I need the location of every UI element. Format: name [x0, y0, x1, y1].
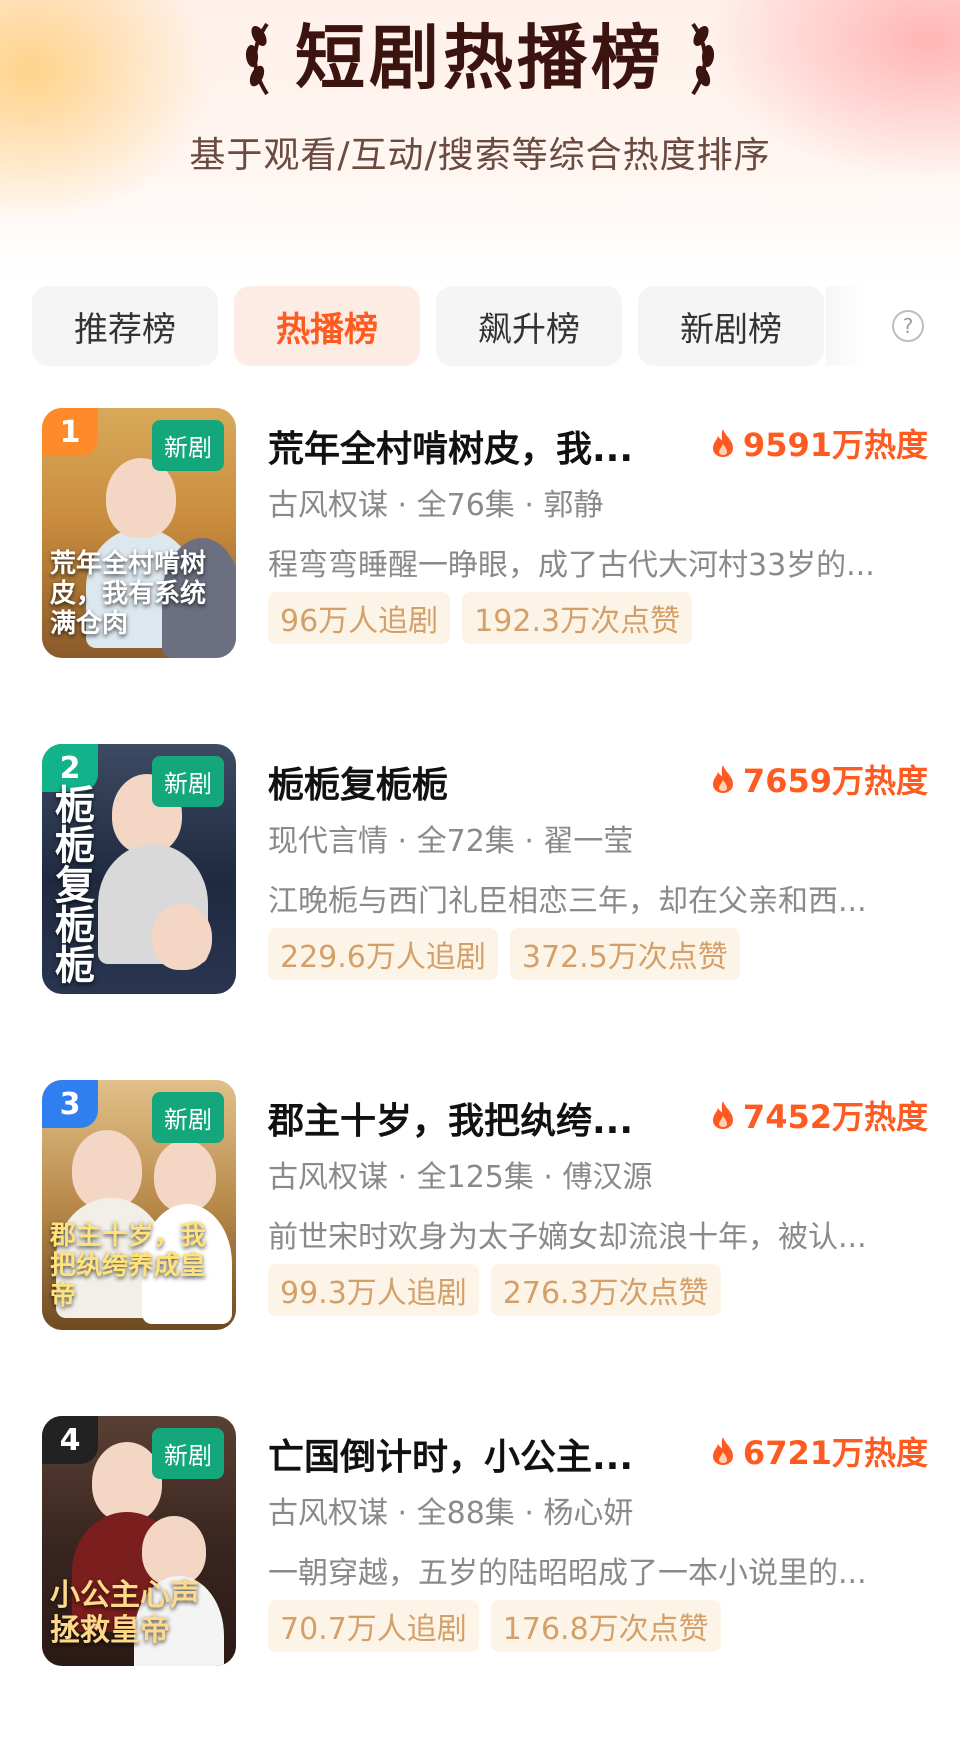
likes-chip: 372.5万次点赞	[509, 928, 740, 980]
drama-meta: 古风权谋 · 全125集 · 傅汉源	[268, 1160, 653, 1195]
followers-chip: 96万人追剧	[268, 592, 451, 644]
new-badge: 新剧	[152, 420, 224, 471]
stat-chips: 96万人追剧 192.3万次点赞	[268, 592, 704, 644]
stat-chips: 99.3万人追剧 276.3万次点赞	[268, 1264, 733, 1316]
tab-scroll-fade	[826, 286, 866, 366]
likes-chip: 192.3万次点赞	[462, 592, 693, 644]
list-item[interactable]: 4 新剧 小公主心声拯救皇帝 亡国倒计时，小公主... 6721万热度 古风权谋…	[0, 1416, 960, 1752]
followers-chip: 229.6万人追剧	[268, 928, 498, 980]
item-info: 亡国倒计时，小公主... 6721万热度 古风权谋 · 全88集 · 杨心妍 一…	[268, 1416, 928, 1666]
poster-title-art: 郡主十岁，我把纨绔养成皇帝	[50, 1221, 207, 1312]
poster-title-art: 小公主心声拯救皇帝	[50, 1578, 200, 1648]
list-item[interactable]: 3 新剧 郡主十岁，我把纨绔养成皇帝 郡主十岁，我把纨绔... 7452万热度 …	[0, 1080, 960, 1416]
drama-meta: 古风权谋 · 全76集 · 郭静	[268, 488, 604, 523]
laurel-right-icon	[691, 22, 715, 96]
list-item[interactable]: 1 新剧 荒年全村啃树皮，我有系统满仓肉 荒年全村啃树皮，我... 9591万热…	[0, 408, 960, 744]
drama-title[interactable]: 郡主十岁，我把纨绔...	[268, 1092, 633, 1144]
heat-score: 9591万热度	[711, 420, 928, 466]
item-info: 郡主十岁，我把纨绔... 7452万热度 古风权谋 · 全125集 · 傅汉源 …	[268, 1080, 928, 1330]
tab-new[interactable]: 新剧榜	[638, 286, 824, 366]
rank-badge: 3	[42, 1080, 98, 1128]
fire-icon	[712, 1437, 733, 1465]
new-badge: 新剧	[152, 1428, 224, 1479]
ranking-tabs: 推荐榜 热播榜 飙升榜 新剧榜	[32, 286, 840, 366]
new-badge: 新剧	[152, 756, 224, 807]
list-item[interactable]: 2 新剧 栀栀复栀栀 栀栀复栀栀 7659万热度 现代言情 · 全72集 · 翟…	[0, 744, 960, 1080]
likes-chip: 276.3万次点赞	[490, 1264, 721, 1316]
drama-title[interactable]: 荒年全村啃树皮，我...	[268, 420, 633, 472]
stat-chips: 70.7万人追剧 176.8万次点赞	[268, 1600, 733, 1652]
heat-score: 6721万热度	[711, 1428, 928, 1474]
poster-title-art: 荒年全村啃树皮，我有系统满仓肉	[50, 549, 207, 640]
drama-meta: 现代言情 · 全72集 · 翟一莹	[268, 824, 634, 859]
new-badge: 新剧	[152, 1092, 224, 1143]
poster-title-art: 栀栀复栀栀	[48, 784, 94, 984]
item-info: 荒年全村啃树皮，我... 9591万热度 古风权谋 · 全76集 · 郭静 程弯…	[268, 408, 928, 658]
fire-icon	[712, 429, 733, 457]
page-title: 短剧热播榜	[295, 17, 665, 99]
drama-description: 程弯弯睡醒一睁眼，成了古代大河村33岁的...	[268, 548, 875, 583]
rank-badge: 1	[42, 408, 98, 456]
laurel-left-icon	[245, 22, 269, 96]
heat-value: 6721万热度	[742, 1434, 928, 1472]
drama-description: 一朝穿越，五岁的陆昭昭成了一本小说里的...	[268, 1556, 867, 1591]
drama-title[interactable]: 栀栀复栀栀	[268, 756, 448, 808]
drama-title[interactable]: 亡国倒计时，小公主...	[268, 1428, 633, 1480]
drama-description: 前世宋时欢身为太子嫡女却流浪十年，被认...	[268, 1220, 867, 1255]
drama-description: 江晚栀与西门礼臣相恋三年，却在父亲和西...	[268, 884, 867, 919]
heat-value: 7659万热度	[742, 762, 928, 800]
likes-chip: 176.8万次点赞	[490, 1600, 721, 1652]
drama-meta: 古风权谋 · 全88集 · 杨心妍	[268, 1496, 634, 1531]
question-circle-icon[interactable]: ?	[892, 310, 924, 342]
fire-icon	[712, 1101, 733, 1129]
stat-chips: 229.6万人追剧 372.5万次点赞	[268, 928, 752, 980]
poster-image[interactable]: 1 新剧 荒年全村啃树皮，我有系统满仓肉	[42, 408, 236, 658]
followers-chip: 99.3万人追剧	[268, 1264, 479, 1316]
heat-score: 7452万热度	[711, 1092, 928, 1138]
tab-hot[interactable]: 热播榜	[234, 286, 420, 366]
fire-icon	[712, 765, 733, 793]
heat-value: 9591万热度	[742, 426, 928, 464]
drama-list: 1 新剧 荒年全村啃树皮，我有系统满仓肉 荒年全村啃树皮，我... 9591万热…	[0, 408, 960, 1752]
tab-rising[interactable]: 飙升榜	[436, 286, 622, 366]
followers-chip: 70.7万人追剧	[268, 1600, 479, 1652]
poster-image[interactable]: 4 新剧 小公主心声拯救皇帝	[42, 1416, 236, 1666]
page-subtitle: 基于观看/互动/搜索等综合热度排序	[189, 135, 771, 176]
poster-image[interactable]: 3 新剧 郡主十岁，我把纨绔养成皇帝	[42, 1080, 236, 1330]
tab-recommend[interactable]: 推荐榜	[32, 286, 218, 366]
page-header: 短剧热播榜	[0, 8, 960, 108]
rank-badge: 4	[42, 1416, 98, 1464]
heat-score: 7659万热度	[711, 756, 928, 802]
item-info: 栀栀复栀栀 7659万热度 现代言情 · 全72集 · 翟一莹 江晚栀与西门礼臣…	[268, 744, 928, 994]
heat-value: 7452万热度	[742, 1098, 928, 1136]
poster-image[interactable]: 2 新剧 栀栀复栀栀	[42, 744, 236, 994]
